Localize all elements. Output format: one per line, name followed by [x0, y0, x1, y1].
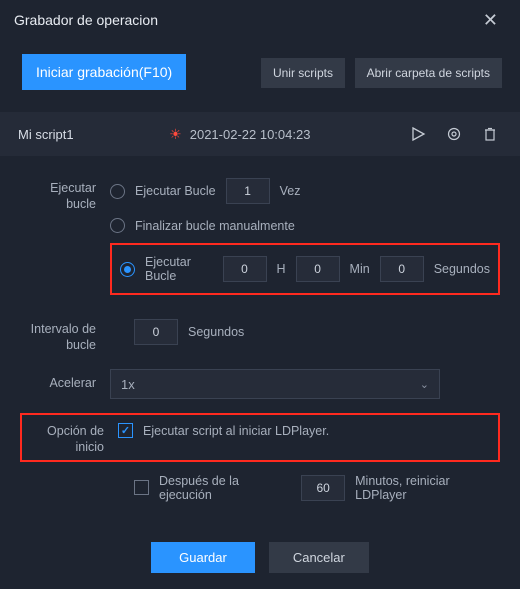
script-name: Mi script1 [18, 127, 74, 142]
loop-duration-radio[interactable] [120, 262, 135, 277]
after-exec-checkbox[interactable] [134, 480, 149, 495]
loop-times-radio[interactable] [110, 184, 125, 199]
delete-icon[interactable] [478, 122, 502, 146]
window-title: Grabador de operacion [14, 12, 158, 28]
loop-manual-label: Finalizar bucle manualmente [135, 219, 295, 233]
startopt-label: Opción de inicio [28, 419, 118, 456]
loop-minutes-input[interactable] [296, 256, 340, 282]
loop-duration-highlight: Ejecutar Bucle H Min Segundos [110, 243, 500, 295]
run-on-start-label: Ejecutar script al iniciar LDPlayer. [143, 424, 329, 438]
loop-manual-radio[interactable] [110, 218, 125, 233]
start-recording-button[interactable]: Iniciar grabación(F10) [22, 54, 186, 90]
accel-label: Acelerar [20, 369, 110, 391]
loop-times-input[interactable] [226, 178, 270, 204]
loop-hours-unit: H [277, 262, 286, 276]
accel-select[interactable]: 1x ⌄ [110, 369, 440, 399]
after-exec-label: Después de la ejecución [159, 474, 291, 502]
sun-icon: ☀ [169, 126, 182, 143]
join-scripts-button[interactable]: Unir scripts [261, 58, 345, 88]
settings-icon[interactable] [442, 122, 466, 146]
run-on-start-checkbox[interactable] [118, 423, 133, 438]
loop-hours-input[interactable] [223, 256, 267, 282]
loop-times-label: Ejecutar Bucle [135, 184, 216, 198]
loop-seconds-input[interactable] [380, 256, 424, 282]
loop-times-unit: Vez [280, 184, 301, 198]
cancel-button[interactable]: Cancelar [269, 542, 369, 573]
close-icon[interactable]: ✕ [475, 6, 506, 35]
interval-unit: Segundos [188, 325, 244, 339]
interval-input[interactable] [134, 319, 178, 345]
after-exec-unit: Minutos, reiniciar LDPlayer [355, 474, 500, 502]
loop-label: Ejecutar bucle [20, 174, 110, 213]
after-exec-input[interactable] [301, 475, 345, 501]
accel-value: 1x [121, 377, 135, 392]
chevron-down-icon: ⌄ [420, 378, 429, 391]
loop-minutes-unit: Min [350, 262, 370, 276]
open-scripts-folder-button[interactable]: Abrir carpeta de scripts [355, 58, 502, 88]
save-button[interactable]: Guardar [151, 542, 255, 573]
loop-seconds-unit: Segundos [434, 262, 490, 276]
script-timestamp: 2021-02-22 10:04:23 [190, 127, 311, 142]
interval-label: Intervalo de bucle [20, 315, 110, 354]
loop-duration-label: Ejecutar Bucle [145, 255, 213, 283]
start-option-highlight: Opción de inicio Ejecutar script al inic… [20, 413, 500, 462]
play-icon[interactable] [406, 122, 430, 146]
